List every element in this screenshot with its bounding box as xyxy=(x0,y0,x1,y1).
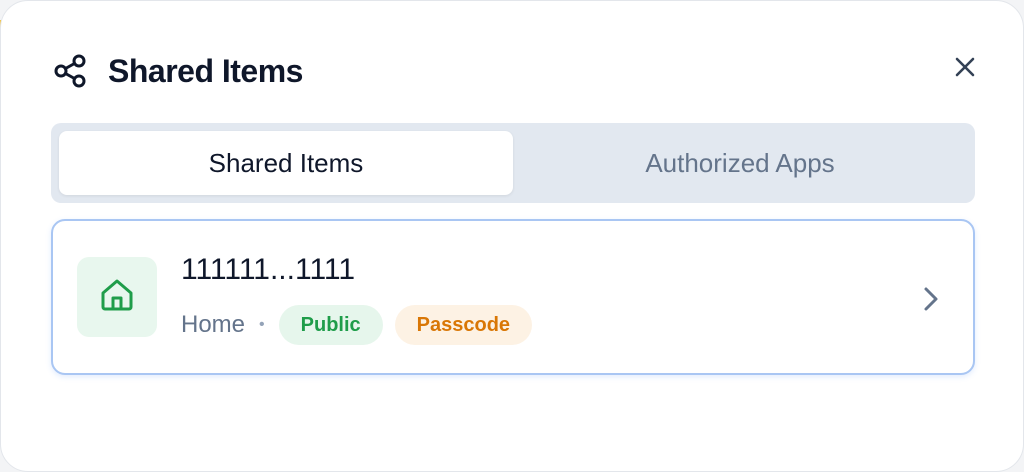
home-icon xyxy=(98,276,136,319)
share-icon xyxy=(53,53,89,89)
tab-shared-items[interactable]: Shared Items xyxy=(59,131,513,195)
shared-items-modal: Shared Items Shared Items Authorized App… xyxy=(0,0,1024,472)
shared-item-card[interactable]: 111111...1111 Home • Public Passcode xyxy=(51,219,975,375)
item-type: Home xyxy=(181,311,246,338)
item-meta: Home • Public Passcode xyxy=(181,305,544,345)
tab-bar: Shared Items Authorized Apps xyxy=(51,123,975,203)
badge-public: Public xyxy=(278,305,383,345)
item-icon-container xyxy=(77,257,157,337)
close-button[interactable] xyxy=(949,53,981,85)
item-name: 111111...1111 xyxy=(181,253,356,286)
tab-authorized-apps[interactable]: Authorized Apps xyxy=(513,131,967,195)
meta-separator: • xyxy=(259,316,265,333)
chevron-right-icon xyxy=(917,281,945,317)
badge-passcode: Passcode xyxy=(394,305,533,345)
modal-title: Shared Items xyxy=(108,52,303,89)
close-icon xyxy=(954,56,976,83)
modal-header: Shared Items xyxy=(53,51,303,91)
